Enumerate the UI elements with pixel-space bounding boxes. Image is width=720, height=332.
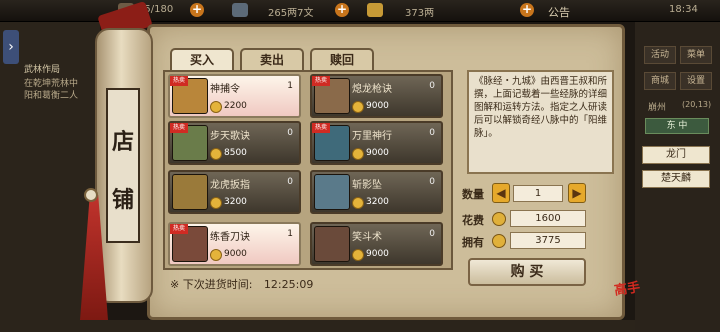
shop-item[interactable]: 热卖 万里神行 0 9000 [310, 121, 443, 165]
player-name-button[interactable]: 楚天麟 [642, 170, 710, 188]
gold-icon [367, 3, 383, 17]
item-price: 9000 [366, 249, 389, 259]
hot-badge: 热卖 [170, 76, 188, 86]
item-name: 笑斗术 [352, 232, 382, 243]
item-name: 步天歌诀 [210, 131, 250, 142]
own-label: 拥有 [462, 236, 484, 249]
tab-redeem[interactable]: 赎回 [310, 48, 374, 70]
restock-label: ※ 下次进货时间: 12:25:09 [170, 276, 313, 292]
item-price: 8500 [224, 148, 247, 158]
hot-badge: 热卖 [170, 224, 188, 234]
ring-icon [172, 174, 208, 210]
coin-icon [352, 148, 364, 160]
item-count: 0 [429, 81, 435, 91]
shop-item[interactable]: 热卖 练香刀诀 1 9000 [168, 222, 301, 266]
increase-quantity-button[interactable]: ▶ [568, 183, 586, 203]
item-price: 9000 [366, 148, 389, 158]
tassel-knot [84, 188, 98, 202]
item-name: 万里神行 [352, 131, 392, 142]
notice-button[interactable]: 公告 [548, 4, 570, 20]
coin-icon [210, 101, 222, 113]
item-description: 《脉经・九城》由西晋王叔和所撰，上面记载着一些经脉的详细图解和运转方法。指定之人… [467, 70, 614, 174]
coin-icon [352, 249, 364, 261]
quantity-label: 数量 [462, 188, 484, 201]
add-gold-button[interactable]: + [520, 3, 534, 17]
location-coords: (20,13) [682, 100, 712, 109]
item-price: 3200 [366, 197, 389, 207]
shop-item[interactable]: 热卖 神捕令 1 2200 [168, 74, 301, 118]
coin-icon [210, 148, 222, 160]
item-name: 神捕令 [210, 84, 240, 95]
decrease-quantity-button[interactable]: ◀ [492, 183, 510, 203]
shop-item[interactable]: 斩影坠 0 3200 [310, 170, 443, 214]
activity-button[interactable]: 活动 [644, 46, 676, 64]
shop-item[interactable]: 热卖 熄龙枪诀 0 9000 [310, 74, 443, 118]
coin-icon [352, 197, 364, 209]
settings-button[interactable]: 设置 [680, 72, 712, 90]
shop-sign-char: 铺 [111, 188, 134, 213]
own-value: 3775 [510, 232, 586, 249]
pendant-icon [314, 174, 350, 210]
silver-value: 265两7文 [268, 8, 314, 19]
clock: 18:34 [669, 4, 698, 15]
sect-button[interactable]: 龙门 [642, 146, 710, 164]
buy-button[interactable]: 购 买 [468, 258, 586, 286]
add-stamina-button[interactable]: + [190, 3, 204, 17]
shop-sign: 店 铺 [106, 88, 140, 243]
coin-icon [210, 249, 222, 261]
item-name: 龙虎扳指 [210, 180, 250, 191]
item-name: 斩影坠 [352, 180, 382, 191]
shop-sign-char: 店 [111, 130, 134, 155]
item-count: 0 [429, 229, 435, 239]
mall-button[interactable]: 商城 [644, 72, 676, 90]
bottom-strip [95, 320, 635, 332]
item-count: 0 [287, 177, 293, 187]
expand-arrow-icon[interactable]: › [3, 30, 19, 64]
tab-buy[interactable]: 买入 [170, 48, 234, 70]
coin-icon [352, 101, 364, 113]
item-price: 3200 [224, 197, 247, 207]
add-silver-button[interactable]: + [335, 3, 349, 17]
scroll-icon [314, 226, 350, 262]
hot-badge: 热卖 [312, 76, 330, 86]
shop-item[interactable]: 热卖 步天歌诀 0 8500 [168, 121, 301, 165]
restock-label-text: ※ 下次进货时间: [170, 278, 253, 291]
restock-time: 12:25:09 [263, 278, 314, 291]
hot-badge: 热卖 [312, 123, 330, 133]
coin-icon [210, 197, 222, 209]
item-name: 练香刀诀 [210, 232, 250, 243]
quest-title[interactable]: 武林作局 [24, 62, 60, 75]
shop-item[interactable]: 笑斗术 0 9000 [310, 222, 443, 266]
silver-icon [232, 3, 248, 17]
shop-item[interactable]: 龙虎扳指 0 3200 [168, 170, 301, 214]
gold-value: 373两 [405, 8, 435, 19]
item-price: 2200 [224, 101, 247, 111]
hot-badge: 热卖 [170, 123, 188, 133]
coin-icon [492, 234, 506, 248]
item-count: 0 [429, 177, 435, 187]
quest-line: 阳和葛衡二人 [24, 91, 79, 101]
game-logo: 高手 [613, 280, 642, 299]
cost-label: 花费 [462, 214, 484, 227]
item-count: 1 [287, 229, 293, 239]
coin-icon [492, 212, 506, 226]
item-count: 1 [287, 81, 293, 91]
item-price: 9000 [366, 101, 389, 111]
item-price: 9000 [224, 249, 247, 259]
direction-indicator[interactable]: 东 中 [645, 118, 709, 134]
cost-value: 1600 [510, 210, 586, 227]
tab-sell[interactable]: 卖出 [240, 48, 304, 70]
menu-button[interactable]: 菜单 [680, 46, 712, 64]
item-count: 0 [429, 128, 435, 138]
quantity-input[interactable]: 1 [513, 185, 563, 202]
item-name: 熄龙枪诀 [352, 84, 392, 95]
location-name: 崩州 [648, 103, 667, 113]
item-count: 0 [287, 128, 293, 138]
